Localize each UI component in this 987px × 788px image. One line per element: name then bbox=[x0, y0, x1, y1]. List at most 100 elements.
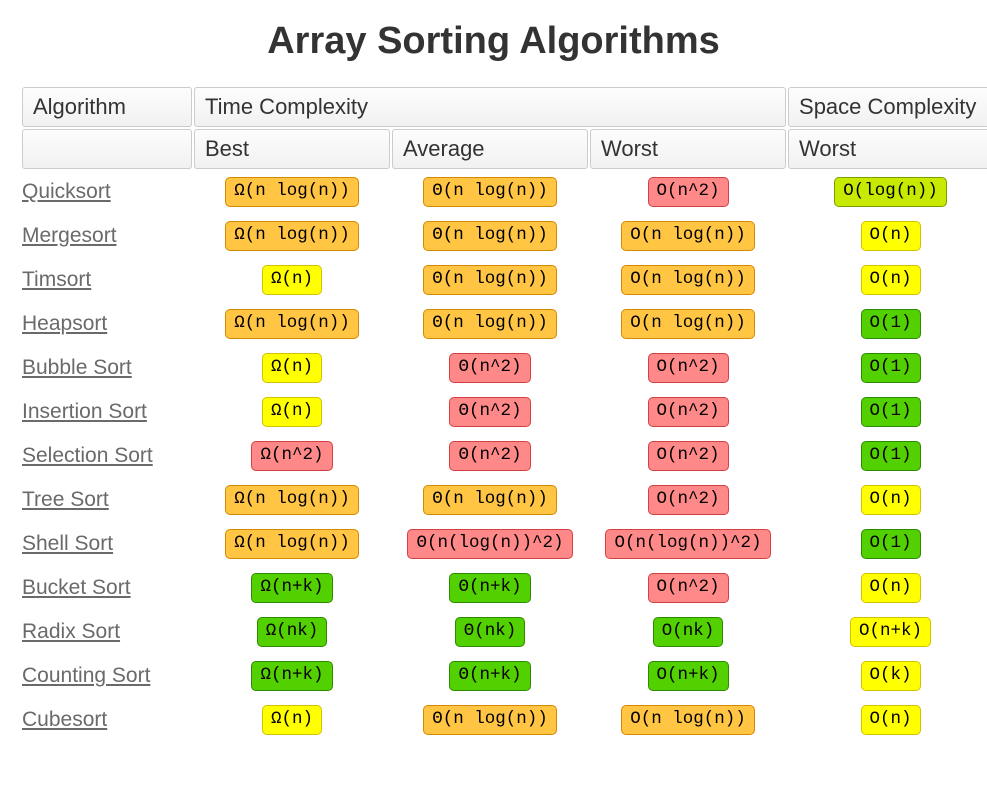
complexity-pill: O(n^2) bbox=[648, 485, 729, 515]
cell-avg: Θ(n+k) bbox=[392, 567, 588, 609]
cell-worst: O(n^2) bbox=[590, 171, 786, 213]
complexity-pill: O(n^2) bbox=[648, 353, 729, 383]
table-row: Quicksort Ω(n log(n)) Θ(n log(n)) O(n^2) O(l… bbox=[22, 171, 987, 213]
complexity-pill: Θ(n log(n)) bbox=[423, 705, 557, 735]
complexity-pill: O(n^2) bbox=[648, 177, 729, 207]
algorithm-link[interactable]: Heapsort bbox=[22, 312, 107, 335]
algorithm-link[interactable]: Timsort bbox=[22, 268, 91, 291]
cell-avg: Θ(n log(n)) bbox=[392, 215, 588, 257]
complexity-pill: Ω(nk) bbox=[257, 617, 328, 647]
complexity-pill: O(n^2) bbox=[648, 397, 729, 427]
complexity-pill: O(log(n)) bbox=[834, 177, 947, 207]
table-row: Cubesort Ω(n) Θ(n log(n)) O(n log(n)) O(n) bbox=[22, 699, 987, 741]
cell-best: Ω(n log(n)) bbox=[194, 479, 390, 521]
cell-space: O(k) bbox=[788, 655, 987, 697]
cell-avg: Θ(nk) bbox=[392, 611, 588, 653]
complexity-pill: Θ(n(log(n))^2) bbox=[407, 529, 572, 559]
cell-worst: O(n^2) bbox=[590, 567, 786, 609]
cell-space: O(1) bbox=[788, 523, 987, 565]
cell-worst: O(n^2) bbox=[590, 479, 786, 521]
complexity-pill: Ω(n) bbox=[262, 265, 322, 295]
algorithm-link[interactable]: Counting Sort bbox=[22, 664, 150, 687]
cell-worst: O(n log(n)) bbox=[590, 259, 786, 301]
cell-best: Ω(n log(n)) bbox=[194, 303, 390, 345]
complexity-pill: Ω(n log(n)) bbox=[225, 529, 359, 559]
cell-worst: O(n log(n)) bbox=[590, 699, 786, 741]
cell-avg: Θ(n log(n)) bbox=[392, 259, 588, 301]
cell-worst: O(n log(n)) bbox=[590, 215, 786, 257]
cell-worst: O(n^2) bbox=[590, 347, 786, 389]
algorithm-link[interactable]: Insertion Sort bbox=[22, 400, 147, 423]
complexity-pill: O(1) bbox=[861, 529, 921, 559]
algorithm-link[interactable]: Cubesort bbox=[22, 708, 107, 731]
algorithm-link[interactable]: Bucket Sort bbox=[22, 576, 131, 599]
cell-space: O(1) bbox=[788, 391, 987, 433]
header-average: Average bbox=[392, 129, 588, 169]
cell-best: Ω(n) bbox=[194, 699, 390, 741]
cell-space: O(n) bbox=[788, 479, 987, 521]
cell-avg: Θ(n+k) bbox=[392, 655, 588, 697]
complexity-pill: O(k) bbox=[861, 661, 921, 691]
table-row: Timsort Ω(n) Θ(n log(n))O(n log(n)) O(n) bbox=[22, 259, 987, 301]
algorithm-link[interactable]: Selection Sort bbox=[22, 444, 153, 467]
complexity-pill: O(n^2) bbox=[648, 441, 729, 471]
algorithm-link[interactable]: Bubble Sort bbox=[22, 356, 132, 379]
cell-worst: O(n^2) bbox=[590, 435, 786, 477]
cell-best: Ω(n+k) bbox=[194, 655, 390, 697]
algorithm-link[interactable]: Radix Sort bbox=[22, 620, 120, 643]
cell-avg: Θ(n log(n)) bbox=[392, 699, 588, 741]
complexity-pill: Ω(n+k) bbox=[251, 661, 332, 691]
complexity-pill: O(n^2) bbox=[648, 573, 729, 603]
complexity-pill: Ω(n) bbox=[262, 353, 322, 383]
algorithm-link[interactable]: Shell Sort bbox=[22, 532, 113, 555]
complexity-pill: O(n) bbox=[861, 221, 921, 251]
header-space: Space Complexity bbox=[788, 87, 987, 127]
cell-space: O(n) bbox=[788, 567, 987, 609]
complexity-pill: Θ(n^2) bbox=[449, 441, 530, 471]
complexity-pill: O(n+k) bbox=[850, 617, 931, 647]
cell-avg: Θ(n log(n)) bbox=[392, 171, 588, 213]
complexity-pill: Θ(n log(n)) bbox=[423, 485, 557, 515]
complexity-pill: O(n+k) bbox=[648, 661, 729, 691]
complexity-pill: Θ(n+k) bbox=[449, 573, 530, 603]
cell-space: O(1) bbox=[788, 435, 987, 477]
cell-space: O(n+k) bbox=[788, 611, 987, 653]
algorithm-link[interactable]: Mergesort bbox=[22, 224, 117, 247]
cell-space: O(n) bbox=[788, 699, 987, 741]
complexity-pill: Ω(n) bbox=[262, 397, 322, 427]
complexity-pill: Ω(n log(n)) bbox=[225, 309, 359, 339]
complexity-pill: O(n log(n)) bbox=[621, 705, 755, 735]
header-algorithm: Algorithm bbox=[22, 87, 192, 127]
complexity-pill: Θ(n log(n)) bbox=[423, 309, 557, 339]
complexity-pill: Θ(n log(n)) bbox=[423, 221, 557, 251]
cell-worst: O(nk) bbox=[590, 611, 786, 653]
complexity-pill: Ω(n log(n)) bbox=[225, 485, 359, 515]
table-row: Bubble Sort Ω(n) Θ(n^2) O(n^2) O(1) bbox=[22, 347, 987, 389]
cell-best: Ω(n log(n)) bbox=[194, 171, 390, 213]
complexity-pill: O(n) bbox=[861, 705, 921, 735]
complexity-pill: Θ(n+k) bbox=[449, 661, 530, 691]
cell-worst: O(n^2) bbox=[590, 391, 786, 433]
cell-best: Ω(nk) bbox=[194, 611, 390, 653]
complexity-pill: O(n log(n)) bbox=[621, 309, 755, 339]
cell-avg: Θ(n^2) bbox=[392, 347, 588, 389]
complexity-pill: O(1) bbox=[861, 441, 921, 471]
complexity-table: Algorithm Time Complexity Space Complexi… bbox=[20, 85, 987, 743]
table-row: Heapsort Ω(n log(n)) Θ(n log(n)) O(n log(n)… bbox=[22, 303, 987, 345]
complexity-pill: Ω(n log(n)) bbox=[225, 177, 359, 207]
header-worst: Worst bbox=[590, 129, 786, 169]
algorithm-link[interactable]: Quicksort bbox=[22, 180, 111, 203]
complexity-pill: O(n) bbox=[861, 265, 921, 295]
complexity-pill: Θ(nk) bbox=[455, 617, 526, 647]
header-space-worst: Worst bbox=[788, 129, 987, 169]
cell-best: Ω(n+k) bbox=[194, 567, 390, 609]
complexity-pill: Ω(n+k) bbox=[251, 573, 332, 603]
cell-worst: O(n(log(n))^2) bbox=[590, 523, 786, 565]
algorithm-link[interactable]: Tree Sort bbox=[22, 488, 109, 511]
cell-avg: Θ(n(log(n))^2) bbox=[392, 523, 588, 565]
complexity-pill: O(n(log(n))^2) bbox=[605, 529, 770, 559]
cell-space: O(1) bbox=[788, 347, 987, 389]
cell-worst: O(n+k) bbox=[590, 655, 786, 697]
header-best: Best bbox=[194, 129, 390, 169]
complexity-pill: O(nk) bbox=[653, 617, 724, 647]
